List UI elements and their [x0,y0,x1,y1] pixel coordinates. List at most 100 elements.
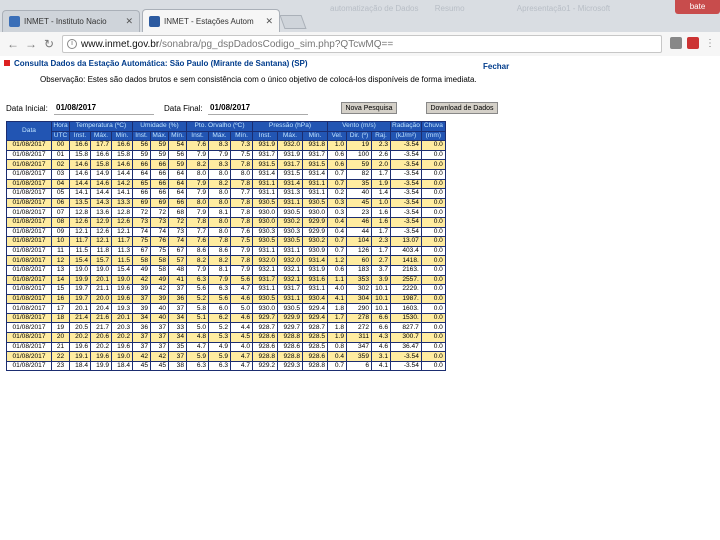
table-cell: 8.2 [208,178,231,190]
table-cell: 20.2 [69,332,91,343]
table-cell: 929.3 [277,360,303,372]
window-close-button[interactable]: bate [675,0,720,14]
table-cell: 2.7 [371,255,391,266]
table-cell: 930.9 [302,245,328,257]
download-data-button[interactable]: Download de Dados [426,102,498,114]
table-cell: 37 [168,303,187,314]
reload-icon[interactable]: ↻ [42,37,56,51]
column-group-header: Radiação [390,121,422,132]
table-cell: 7.8 [230,207,253,218]
table-cell: 5.0 [186,322,209,334]
page-content: Consulta Dados da Estação Automática: Sã… [0,56,720,540]
table-cell: 64 [168,168,187,180]
bookmark-icon[interactable] [670,37,682,49]
table-cell: 928.6 [252,332,278,343]
table-cell: 19.6 [111,293,133,305]
table-cell: 19 [346,140,372,151]
table-cell: 20.2 [90,341,112,353]
close-tab-icon[interactable]: ✕ [265,16,273,27]
table-cell: 7.8 [230,159,253,170]
table-cell: 67 [132,245,151,257]
table-cell: 272 [346,322,372,334]
column-sub-header: Raj. [371,130,391,142]
table-row: 01/08/2017 01 15.8 16.6 15.8 59 59 56 7.9 7.9 7.5 9… [6,149,446,161]
new-tab-button[interactable] [279,15,307,29]
table-cell: 0.7 [327,168,347,180]
table-cell: 59 [168,159,187,170]
station-data-table: Data Hora Temperatura (ºC) Umidade (%) Pto. … [6,120,446,372]
table-cell: 01/08/2017 [6,140,52,151]
table-cell: 14.9 [90,168,112,180]
table-cell: 13.6 [90,207,112,218]
back-icon[interactable]: ← [6,37,20,51]
info-icon[interactable]: i [67,39,77,49]
table-cell: 7.9 [230,245,253,257]
start-date-field[interactable]: 01/08/2017 [54,101,154,115]
close-tab-icon[interactable]: ✕ [125,16,133,27]
table-cell: 4.1 [327,293,347,305]
extension-icon[interactable] [687,37,699,49]
table-cell: 5.2 [186,293,209,305]
table-cell: 20 [51,332,70,343]
table-cell: 930.2 [277,216,303,228]
table-cell: 54 [168,140,187,151]
table-cell: 1987. [390,293,422,305]
table-cell: 8.6 [208,245,231,257]
table-cell: 19.0 [90,264,112,276]
table-cell: 73 [168,226,187,238]
table-cell: 302 [346,284,372,295]
tab-inmet-estacoes[interactable]: INMET - Estações Autom ✕ [142,9,280,32]
column-group-header: Umidade (%) [132,121,187,132]
table-cell: 359 [346,351,372,362]
table-cell: 02 [51,159,70,170]
table-cell: 930.5 [277,236,303,247]
table-cell: 931.5 [302,159,328,170]
table-cell: 69 [150,197,169,209]
forward-icon[interactable]: → [24,37,38,51]
table-cell: 8.1 [208,264,231,276]
close-link[interactable]: Fechar [483,62,509,71]
table-cell: 0.0 [420,274,446,286]
table-cell: 01/08/2017 [6,245,52,257]
table-cell: 929.4 [302,312,328,324]
address-bar[interactable]: i www.inmet.gov.br/sonabra/pg_dspDadosCo… [62,35,662,53]
table-cell: 16.6 [111,140,133,151]
table-cell: 932.0 [252,255,278,266]
table-cell: 01/08/2017 [6,303,52,314]
table-cell: 72 [168,216,187,228]
table-cell: 1.9 [371,178,391,190]
start-date-label: Data Inicial: [6,104,48,113]
end-date-field[interactable]: 01/08/2017 [208,101,308,115]
new-search-button[interactable]: Nova Pesquisa [341,102,397,114]
table-cell: 7.8 [230,255,253,266]
table-cell: 19.7 [69,284,91,295]
table-cell: -3.54 [390,178,422,190]
table-cell: 12.1 [69,226,91,238]
tab-inmet-instituto[interactable]: INMET - Instituto Nacio ✕ [2,10,140,32]
table-cell: 0.0 [420,216,446,228]
table-cell: 01/08/2017 [6,236,52,247]
table-cell: 13.07 [390,236,422,247]
table-cell: 1.2 [327,255,347,266]
menu-icon[interactable]: ⋮ [703,37,717,51]
table-cell: 13.5 [69,197,91,209]
table-cell: -3.54 [390,207,422,218]
table-cell: 8.6 [186,245,209,257]
table-cell: 4.3 [371,332,391,343]
column-sub-header: Máx. [150,130,169,142]
background-window-title: automatização de Dados Resumo Apresentaç… [330,4,610,24]
page-header: Consulta Dados da Estação Automática: Sã… [4,59,514,84]
table-cell: 1.6 [371,216,391,228]
table-cell: 23 [346,207,372,218]
table-cell: 930.5 [277,207,303,218]
table-cell: 76 [150,236,169,247]
table-cell: 73 [150,216,169,228]
table-cell: 6.3 [186,360,209,372]
table-cell: 40 [150,312,169,324]
table-cell: 928.8 [277,351,303,362]
table-cell: 15.4 [69,255,91,266]
table-cell: 45 [150,360,169,372]
table-cell: 931.7 [252,274,278,286]
table-row: 01/08/2017 17 20.1 20.4 19.3 39 40 37 5.8 6.0 5.0 9… [6,303,446,314]
table-cell: 12.9 [90,216,112,228]
